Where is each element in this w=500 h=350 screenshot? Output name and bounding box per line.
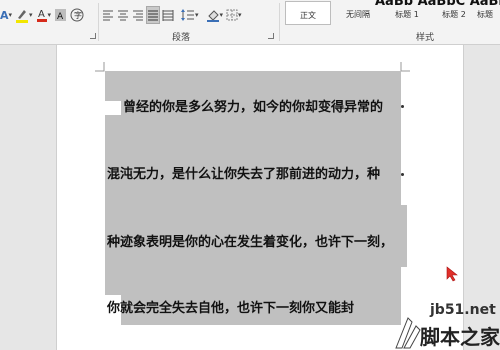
svg-text:A: A bbox=[38, 9, 45, 20]
align-right-icon[interactable] bbox=[132, 7, 144, 23]
ribbon: A ▾ ▾ A ▾ A 字 ▾ ▾ ▾ 段落 AaBb AaBbC AaBb 正… bbox=[0, 0, 500, 45]
align-left-icon[interactable] bbox=[102, 7, 114, 23]
style-title[interactable]: 标题 bbox=[477, 1, 500, 25]
svg-text:字: 字 bbox=[74, 10, 82, 20]
group-divider bbox=[279, 3, 280, 41]
paragraph-dialog-launcher[interactable] bbox=[268, 33, 274, 39]
style-heading-2[interactable]: 标题 2 bbox=[433, 1, 475, 25]
text-effects-icon[interactable]: A ▾ bbox=[0, 7, 12, 23]
style-heading-1[interactable]: 标题 1 bbox=[385, 1, 429, 25]
align-center-icon[interactable] bbox=[117, 7, 129, 23]
borders-icon[interactable]: ▾ bbox=[226, 7, 242, 23]
style-label: 标题 1 bbox=[395, 10, 419, 19]
font-tools: A ▾ ▾ A ▾ A 字 bbox=[0, 6, 87, 24]
style-label: 正文 bbox=[300, 11, 316, 20]
styles-group-label: 样式 bbox=[416, 33, 435, 43]
paragraph-group-label: 段落 bbox=[172, 33, 191, 43]
style-label: 无间隔 bbox=[346, 10, 370, 19]
line-spacing-icon[interactable]: ▾ bbox=[181, 7, 199, 23]
paragraph-line: 你就会完全失去自他，也许下一刻你又能封 bbox=[107, 301, 355, 316]
paragraph-mark bbox=[401, 105, 404, 108]
paragraph-line: 混沌无力，是什么让你失去了那前进的动力，种 bbox=[107, 167, 381, 182]
style-no-spacing[interactable]: 无间隔 bbox=[335, 1, 381, 25]
font-dialog-launcher[interactable] bbox=[90, 33, 96, 39]
style-label: 标题 bbox=[477, 10, 493, 19]
styles-gallery: AaBb AaBbC AaBb 正文 无间隔 标题 1 标题 2 标题 bbox=[283, 0, 500, 27]
justify-icon[interactable] bbox=[146, 6, 160, 24]
margin-mark-top-right bbox=[400, 62, 410, 72]
style-label: 标题 2 bbox=[442, 10, 466, 19]
paragraph-line: 曾经的你是多么努力，如今的你却变得异常的 bbox=[123, 100, 384, 115]
group-divider bbox=[98, 3, 99, 41]
style-normal[interactable]: 正文 bbox=[285, 1, 331, 25]
site-watermark: jb51.net 脚本之家 bbox=[394, 300, 500, 350]
highlight-color-icon[interactable]: ▾ bbox=[15, 7, 33, 23]
shading-icon[interactable]: ▾ bbox=[206, 7, 223, 23]
paragraph-mark bbox=[401, 173, 404, 176]
enclose-characters-icon[interactable]: 字 bbox=[70, 7, 84, 23]
margin-mark-top-left bbox=[95, 62, 105, 72]
watermark-name: 脚本之家 bbox=[420, 325, 500, 349]
mouse-cursor-icon bbox=[446, 266, 458, 282]
paragraph-line: 种迹象表明是你的心在发生着变化，也许下一刻， bbox=[107, 235, 394, 250]
paragraph-tools: ▾ ▾ ▾ bbox=[102, 6, 245, 24]
watermark-site: jb51.net bbox=[430, 302, 496, 318]
svg-text:A: A bbox=[57, 12, 64, 22]
character-shading-icon[interactable]: A bbox=[54, 7, 67, 23]
distributed-icon[interactable] bbox=[162, 7, 174, 23]
font-color-icon[interactable]: A ▾ bbox=[36, 7, 51, 23]
